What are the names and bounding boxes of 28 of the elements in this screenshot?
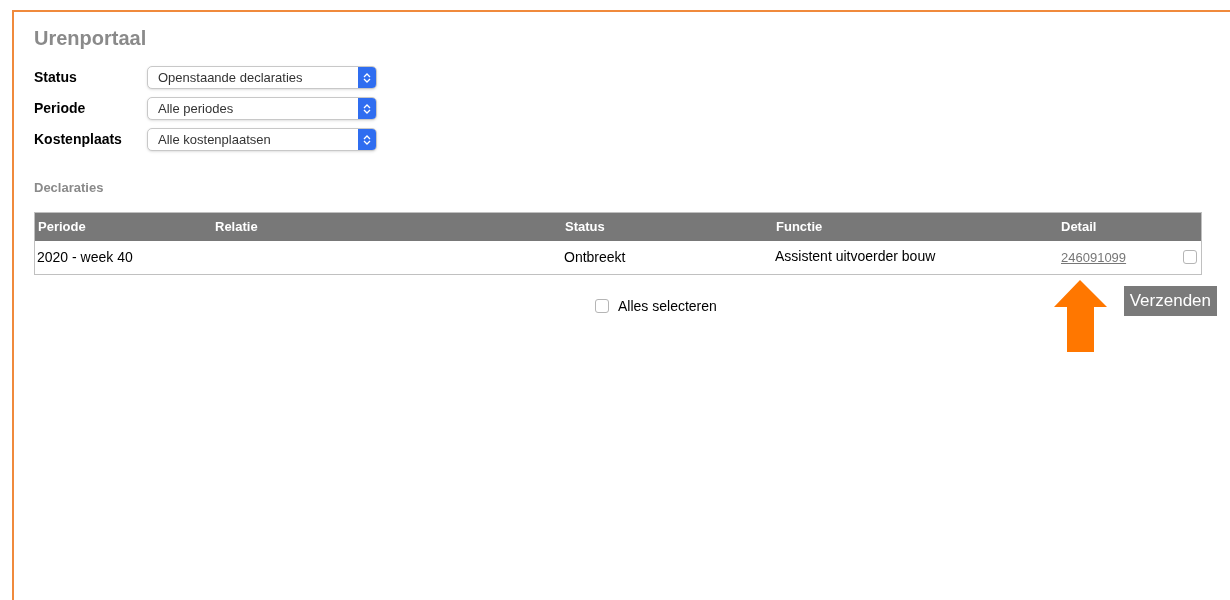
filter-label: Periode — [34, 99, 87, 118]
table-cell-text: Assistent uitvoerder bouw — [774, 246, 937, 266]
column-header: Status — [564, 217, 606, 236]
filter-label: Kostenplaats — [34, 130, 123, 149]
section-title: Declaraties — [34, 179, 105, 197]
chevron-icon — [358, 98, 376, 119]
detail-link[interactable]: 246091099 — [1061, 250, 1127, 265]
chevron-icon — [358, 67, 376, 88]
column-header: Relatie — [214, 217, 259, 236]
column-header: Periode — [37, 217, 87, 236]
table-cell-text: 2020 - week 40 — [36, 247, 134, 267]
select-value: Alle kostenplaatsen — [157, 130, 272, 149]
chevron-icon — [358, 129, 376, 150]
column-header: Detail — [1060, 217, 1098, 236]
page-title: Urenportaal — [34, 26, 148, 51]
filter-label: Status — [34, 68, 78, 87]
select-all-checkbox[interactable] — [595, 299, 609, 313]
column-header: Functie — [775, 217, 824, 236]
select-value: Alle periodes — [157, 99, 235, 118]
select-all-label: Alles selecteren — [618, 296, 717, 316]
send-button[interactable]: Verzenden — [1123, 285, 1217, 316]
filter-select[interactable]: Openstaande declaraties — [147, 66, 377, 89]
arrow-icon — [1054, 280, 1107, 352]
filter-select[interactable]: Alle kostenplaatsen — [147, 128, 377, 151]
filter-select[interactable]: Alle periodes — [147, 97, 377, 120]
table-cell-text: Ontbreekt — [563, 247, 627, 267]
select-value: Openstaande declaraties — [157, 68, 304, 87]
row-checkbox[interactable] — [1183, 250, 1197, 264]
